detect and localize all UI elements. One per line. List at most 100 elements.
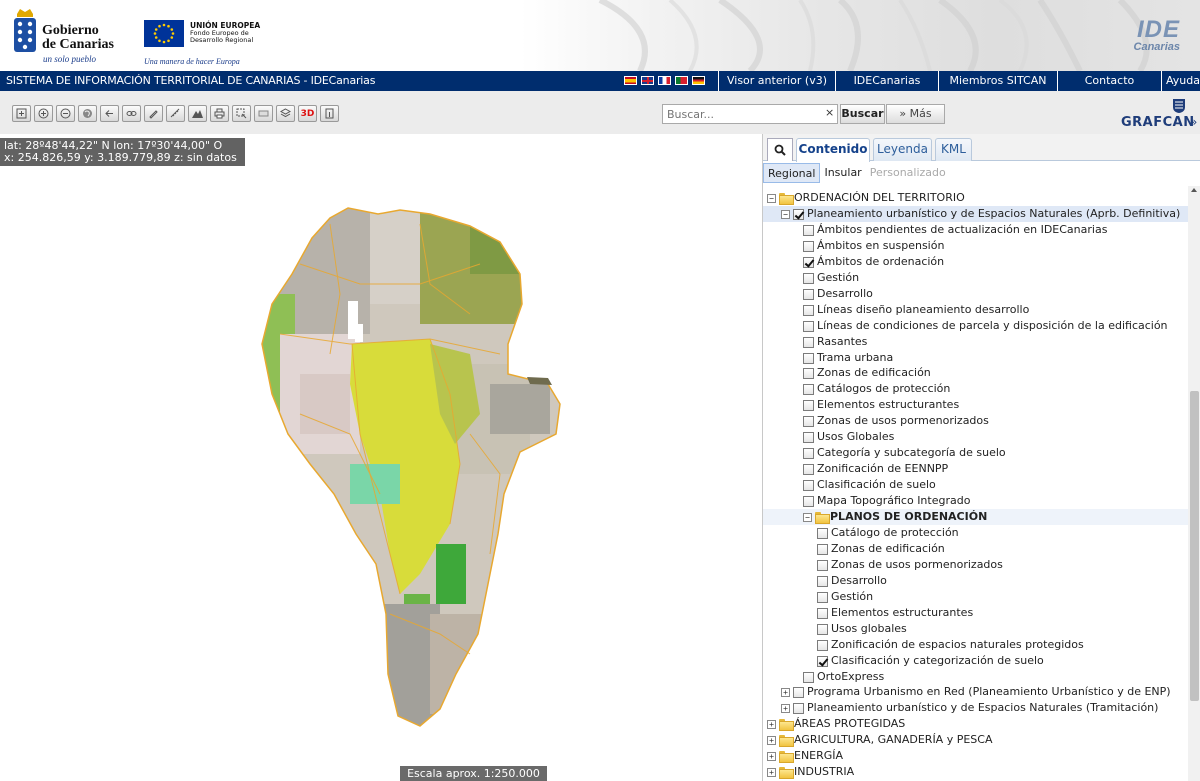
tree-node-label[interactable]: INDUSTRIA — [794, 764, 854, 780]
search-input[interactable] — [662, 104, 838, 124]
tree-node-label[interactable]: Mapa Topográfico Integrado — [817, 493, 970, 509]
tree-folder[interactable]: − PLANOS DE ORDENACIÓN — [763, 509, 1188, 525]
layer-checkbox[interactable] — [817, 559, 828, 571]
layer-checkbox[interactable] — [803, 671, 814, 683]
tree-node-label[interactable]: Elementos estructurantes — [831, 605, 973, 621]
layer-checkbox[interactable] — [817, 655, 828, 667]
ide-canarias-logo[interactable]: IDE Canarias — [1108, 10, 1188, 60]
expand-icon[interactable]: + — [767, 751, 776, 761]
layer-checkbox[interactable] — [803, 352, 814, 364]
layer-checkbox[interactable] — [793, 686, 804, 698]
tree-node-label[interactable]: Ámbitos pendientes de actualización en I… — [817, 222, 1107, 238]
tree-node-label[interactable]: Zonificación de EENNPP — [817, 461, 948, 477]
tab-contenido[interactable]: Contenido — [796, 138, 870, 162]
collapse-icon[interactable]: − — [767, 193, 776, 203]
tree-node-label[interactable]: Clasificación de suelo — [817, 477, 936, 493]
tree-node-label[interactable]: Usos Globales — [817, 429, 894, 445]
tree-node-label[interactable]: AGRICULTURA, GANADERÍA y PESCA — [794, 732, 992, 748]
tree-node-label[interactable]: ÁREAS PROTEGIDAS — [794, 716, 905, 732]
tree-node-label[interactable]: Gestión — [817, 270, 859, 286]
layers-icon[interactable] — [276, 105, 295, 122]
tree-node-label[interactable]: Gestión — [831, 589, 873, 605]
layer-checkbox[interactable] — [817, 591, 828, 603]
tree-node-label[interactable]: PLANOS DE ORDENACIÓN — [830, 509, 987, 525]
draw-icon[interactable] — [144, 105, 163, 122]
profile-icon[interactable] — [188, 105, 207, 122]
tree-node-label[interactable]: Catálogos de protección — [817, 381, 950, 397]
layer-checkbox[interactable] — [803, 479, 814, 491]
tree-node-label[interactable]: Trama urbana — [817, 350, 893, 366]
grafcan-logo[interactable]: GRAFCAN » — [1120, 97, 1200, 131]
tree-node-label[interactable]: Catálogo de protección — [831, 525, 959, 541]
layer-checkbox[interactable] — [803, 240, 814, 252]
select-icon[interactable] — [232, 105, 251, 122]
layer-checkbox[interactable] — [803, 447, 814, 459]
subtab-regional[interactable]: Regional — [763, 163, 821, 183]
layer-checkbox[interactable] — [803, 383, 814, 395]
subtab-personalizado[interactable]: Personalizado — [866, 163, 950, 183]
tree-layer[interactable]: − Planeamiento urbanístico y de Espacios … — [763, 206, 1188, 222]
zoom-in-icon[interactable] — [34, 105, 53, 122]
info-icon[interactable] — [320, 105, 339, 122]
search-clear-icon[interactable]: × — [825, 106, 834, 119]
tab-leyenda[interactable]: Leyenda — [873, 138, 932, 161]
tree-node-label[interactable]: Zonas de usos pormenorizados — [831, 557, 1003, 573]
globe-icon[interactable] — [78, 105, 97, 122]
layer-checkbox[interactable] — [803, 288, 814, 300]
back-icon[interactable] — [100, 105, 119, 122]
zoom-out-icon[interactable] — [56, 105, 75, 122]
tree-node-label[interactable]: OrtoExpress — [817, 669, 884, 685]
layer-checkbox[interactable] — [817, 639, 828, 651]
layer-checkbox[interactable] — [793, 702, 804, 714]
scroll-thumb[interactable] — [1190, 391, 1199, 701]
tree-node-label[interactable]: Zonificación de espacios naturales prote… — [831, 637, 1084, 653]
layer-checkbox[interactable] — [803, 463, 814, 475]
layer-checkbox[interactable] — [817, 527, 828, 539]
legend-icon[interactable] — [254, 105, 273, 122]
nav-link-ayuda[interactable]: Ayuda — [1161, 71, 1200, 91]
more-button[interactable]: » Más — [886, 104, 945, 124]
tree-scrollbar[interactable] — [1188, 186, 1200, 781]
tree-node-label[interactable]: Zonas de edificación — [831, 541, 945, 557]
expand-icon[interactable]: + — [767, 735, 776, 745]
expand-icon[interactable]: + — [781, 687, 790, 697]
subtab-insular[interactable]: Insular — [820, 163, 865, 183]
tree-node-label[interactable]: ENERGÍA — [794, 748, 843, 764]
layer-checkbox[interactable] — [803, 272, 814, 284]
tree-node-label[interactable]: Desarrollo — [831, 573, 887, 589]
layer-checkbox[interactable] — [803, 431, 814, 443]
nav-link-miembros-sitcan[interactable]: Miembros SITCAN — [938, 71, 1057, 91]
la-palma-island-map[interactable] — [0, 134, 762, 781]
tree-node-label[interactable]: Planeamiento urbanístico y de Espacios N… — [807, 206, 1180, 222]
portuguese-flag-icon[interactable] — [675, 76, 688, 85]
layer-checkbox[interactable] — [817, 607, 828, 619]
tree-node-label[interactable]: Usos globales — [831, 621, 907, 637]
expand-icon[interactable]: + — [767, 719, 776, 729]
spanish-flag-icon[interactable] — [624, 76, 637, 85]
layer-checkbox[interactable] — [803, 399, 814, 411]
layer-checkbox[interactable] — [817, 575, 828, 587]
tree-node-label[interactable]: Elementos estructurantes — [817, 397, 959, 413]
expand-icon[interactable]: + — [781, 703, 790, 713]
measure-icon[interactable] — [166, 105, 185, 122]
tree-node-label[interactable]: Zonas de edificación — [817, 365, 931, 381]
tab-search[interactable] — [767, 138, 793, 161]
layer-checkbox[interactable] — [803, 304, 814, 316]
nav-link-visor-anterior[interactable]: Visor anterior (v3) — [718, 71, 835, 91]
tab-kml[interactable]: KML — [935, 138, 972, 161]
layer-checkbox[interactable] — [817, 623, 828, 635]
zoom-extent-icon[interactable] — [12, 105, 31, 122]
gobierno-canarias-logo[interactable]: Gobierno de Canarias un solo pueblo — [10, 6, 122, 64]
collapse-icon[interactable]: − — [781, 209, 790, 219]
tree-node-label[interactable]: Líneas diseño planeamiento desarrollo — [817, 302, 1029, 318]
expand-icon[interactable]: + — [767, 767, 776, 777]
layer-checkbox[interactable] — [803, 415, 814, 427]
layer-checkbox[interactable] — [803, 336, 814, 348]
nav-link-contacto[interactable]: Contacto — [1057, 71, 1161, 91]
print-icon[interactable] — [210, 105, 229, 122]
tree-node-label[interactable]: Rasantes — [817, 334, 867, 350]
layer-checkbox[interactable] — [803, 320, 814, 332]
layer-checkbox[interactable] — [817, 543, 828, 555]
nav-link-idecanarias[interactable]: IDECanarias — [835, 71, 938, 91]
layer-checkbox[interactable] — [803, 367, 814, 379]
